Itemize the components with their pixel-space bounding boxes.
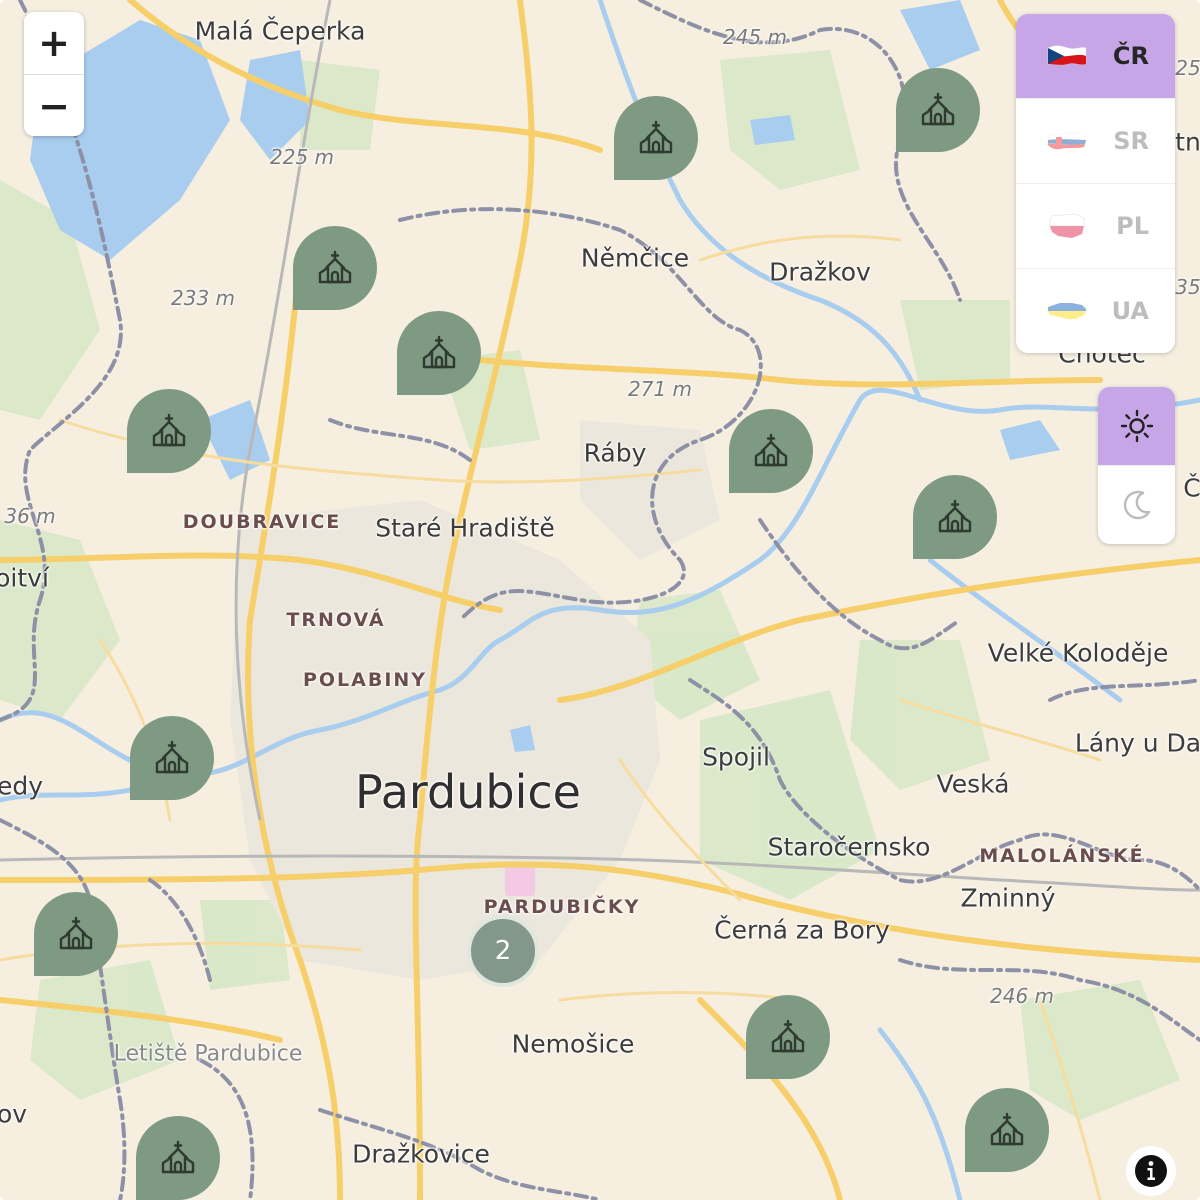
place-label-nemcice: Němčice [580, 243, 690, 273]
place-label-stare-hradiste: Staré Hradiště [375, 513, 555, 543]
church-icon [152, 413, 186, 447]
slovak-flag-icon [1047, 132, 1087, 150]
church-marker[interactable] [293, 226, 377, 310]
elevation-label-25: 25 [1175, 56, 1200, 80]
district-label-doubravice: DOUBRAVICE [182, 511, 342, 533]
place-label-c: Č [1183, 473, 1200, 503]
district-label-polabiny: POLABINY [302, 669, 428, 691]
church-marker[interactable] [896, 68, 980, 152]
language-option-pl[interactable]: PL [1016, 183, 1175, 268]
church-marker[interactable] [729, 409, 813, 493]
ukraine-flag-icon [1048, 303, 1086, 319]
church-icon [161, 1140, 195, 1174]
church-marker[interactable] [746, 995, 830, 1079]
zoom-control: + − [24, 12, 84, 136]
zoom-out-button[interactable]: − [24, 74, 84, 136]
elevation-label-246: 246 m [989, 984, 1055, 1008]
poland-flag-icon [1049, 213, 1085, 238]
place-label-raby: Ráby [583, 438, 647, 468]
church-icon [771, 1019, 805, 1053]
language-code: UA [1111, 297, 1149, 325]
place-label-nemosice: Nemošice [511, 1029, 635, 1059]
theme-dark-button[interactable] [1098, 465, 1175, 544]
elevation-label-35: 35 [1175, 275, 1200, 299]
place-label-drazkovice: Dražkovice [352, 1139, 490, 1169]
poi-label-letiste: Letiště Pardubice [113, 1041, 303, 1067]
czech-flag-icon [1047, 45, 1087, 66]
zoom-in-button[interactable]: + [24, 12, 84, 74]
theme-light-button[interactable] [1098, 387, 1175, 465]
church-marker[interactable] [127, 389, 211, 473]
sun-icon [1120, 409, 1153, 443]
church-marker[interactable] [397, 311, 481, 395]
elevation-label-36: 36 m [4, 504, 56, 528]
church-icon [59, 916, 93, 950]
elevation-label-233: 233 m [170, 286, 236, 310]
place-label-zminny: Zminný [960, 883, 1056, 913]
place-label-velke-kolodeje: Velké Koloděje [987, 638, 1169, 668]
cluster-count: 2 [494, 936, 512, 966]
church-icon [754, 433, 788, 467]
place-label-mala-ceperka: Malá Čeperka [194, 16, 366, 46]
place-label-ov: ov [0, 1099, 28, 1129]
map[interactable]: Malá Čeperka Němčice Dražkov Choteč Ráby… [0, 0, 1200, 1200]
elevation-label-245: 245 m [722, 25, 788, 49]
church-icon [639, 120, 673, 154]
church-marker[interactable] [34, 892, 118, 976]
district-label-malolanske: MALOLÁNSKÉ [979, 845, 1145, 867]
place-label-spojil: Spojil [702, 742, 770, 772]
moon-icon [1123, 490, 1150, 520]
marker-cluster[interactable]: 2 [467, 915, 539, 987]
place-label-starocernsko: Staročernsko [767, 832, 931, 862]
church-icon [318, 250, 352, 284]
church-icon [990, 1112, 1024, 1146]
place-label-oitvi: oitví [0, 563, 49, 593]
church-icon [155, 740, 189, 774]
language-switcher: ČR SR PL UA [1016, 14, 1175, 353]
language-option-ua[interactable]: UA [1016, 268, 1175, 353]
place-label-lany-u-da: Lány u Da [1074, 728, 1200, 758]
language-code: ČR [1112, 42, 1149, 70]
city-label-pardubice: Pardubice [355, 765, 581, 819]
place-label-edy: edy [0, 771, 44, 801]
theme-switcher [1098, 387, 1175, 544]
info-icon [1135, 1155, 1167, 1187]
info-button[interactable] [1126, 1146, 1176, 1196]
elevation-label-271: 271 m [627, 377, 693, 401]
elevation-label-225: 225 m [269, 145, 335, 169]
church-marker[interactable] [130, 716, 214, 800]
place-label-tn: tn [1175, 127, 1200, 157]
church-icon [921, 92, 955, 126]
language-code: SR [1113, 127, 1149, 155]
church-marker[interactable] [913, 475, 997, 559]
place-label-cerna-za-bory: Černá za Bory [714, 915, 890, 945]
church-marker[interactable] [136, 1116, 220, 1200]
language-code: PL [1116, 212, 1149, 240]
church-marker[interactable] [614, 96, 698, 180]
language-option-cz[interactable]: ČR [1016, 14, 1175, 98]
language-option-sk[interactable]: SR [1016, 98, 1175, 183]
district-label-trnova: TRNOVÁ [286, 609, 386, 631]
place-label-veska: Veská [936, 769, 1010, 799]
church-marker[interactable] [965, 1088, 1049, 1172]
church-icon [938, 499, 972, 533]
church-icon [422, 335, 456, 369]
place-label-drazkov: Dražkov [769, 257, 871, 287]
